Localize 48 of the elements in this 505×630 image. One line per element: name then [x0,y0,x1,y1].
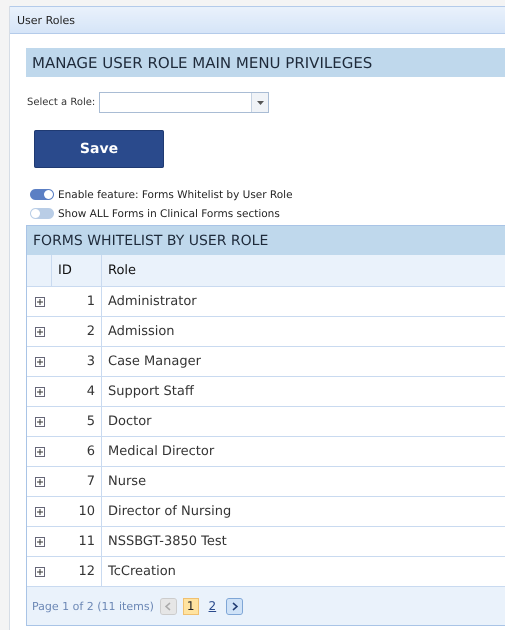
grid-title: FORMS WHITELIST BY USER ROLE [27,226,505,255]
section-title: MANAGE USER ROLE MAIN MENU PRIVILEGES [26,48,505,77]
toggle-switch[interactable] [30,189,54,200]
table-cell-text: Admission [107,323,176,341]
save-button[interactable]: Save [34,130,164,168]
toggle-label: Enable feature: Forms Whitelist by User Role [58,188,293,200]
toggle-label: Show ALL Forms in Clinical Forms sections [58,208,280,220]
page-button[interactable]: 1 [182,598,199,614]
expand-icon[interactable] [34,446,44,456]
expand-icon[interactable] [34,536,44,546]
expand-icon[interactable] [34,416,44,426]
table-cell-text: Director of Nursing [107,503,232,521]
table-cell: 6 [52,437,102,466]
table-cell: 12 [52,557,102,586]
chevron-left-icon [165,602,172,610]
table-cell-text: TcCreation [107,563,177,581]
table-cell-text: NSSBGT-3850 Test [107,533,228,551]
column-header[interactable]: ID [52,255,102,286]
column-header[interactable]: Role [102,255,505,286]
table-cell: 3 [52,347,102,376]
expand-icon[interactable] [34,386,44,396]
toggle-switch[interactable] [30,208,54,219]
table-cell-text: Case Manager [107,353,202,371]
expand-icon[interactable] [34,296,44,306]
table-cell: 10 [52,497,102,526]
page-button[interactable]: 2 [204,598,220,614]
expand-icon[interactable] [34,326,44,336]
caret-icon [256,100,264,104]
table-cell-text: Doctor [107,413,153,431]
table-cell: 5 [52,407,102,436]
table-cell-text: Nurse [107,473,148,491]
expand-icon[interactable] [34,506,44,516]
table-cell: 1 [52,287,102,316]
table-cell: 11 [52,527,102,556]
table-cell: 7 [52,467,102,496]
expand-icon[interactable] [34,476,44,486]
next-page-button[interactable] [226,598,244,614]
table-cell: 2 [52,317,102,346]
panel-title: User Roles [10,6,505,34]
chevron-right-icon [232,602,238,610]
role-label: Select a Role: [27,97,96,108]
table-cell-text: Medical Director [107,443,216,461]
expand-icon[interactable] [34,356,44,366]
pager-summary: Page 1 of 2 (11 items) [32,600,154,612]
table-cell-text: Administrator [107,293,198,311]
table-cell: 4 [52,377,102,406]
table-cell-text: Support Staff [107,383,196,401]
expand-icon[interactable] [34,566,44,576]
